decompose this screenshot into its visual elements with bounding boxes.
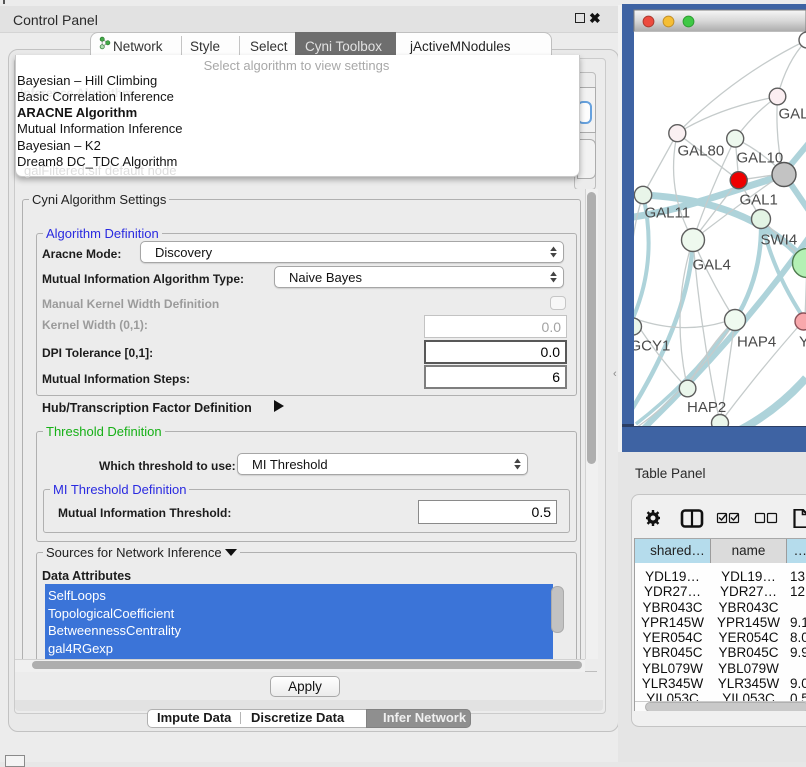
svg-text:GAL10: GAL10 [737,150,784,167]
svg-text:GCY1: GCY1 [630,338,671,355]
svg-text:GAL80: GAL80 [678,143,725,160]
svg-text:GAL4: GAL4 [693,257,731,274]
svg-text:GAL: GAL [779,106,806,123]
svg-text:HAP2: HAP2 [687,399,726,416]
svg-text:GAL1: GAL1 [740,192,778,209]
svg-text:GAL11: GAL11 [645,205,691,222]
svg-text:Y: Y [799,334,806,351]
svg-text:SWI4: SWI4 [761,232,798,249]
svg-text:HAP4: HAP4 [737,334,776,351]
